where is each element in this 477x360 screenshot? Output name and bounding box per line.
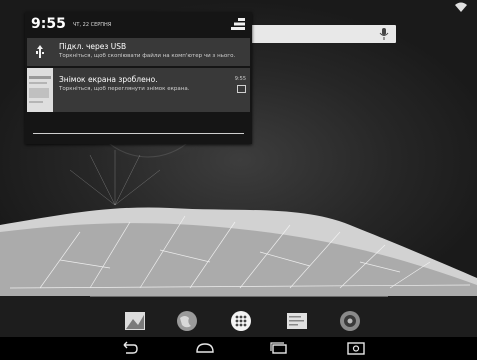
notification-time: 9:55: [234, 76, 246, 82]
quick-settings-icon[interactable]: [231, 18, 245, 30]
notification-screenshot[interactable]: Знімок екрана зроблено. Торкніться, щоб …: [27, 68, 250, 112]
wifi-icon: [455, 2, 467, 12]
shade-drag-handle[interactable]: [33, 133, 244, 134]
notification-title: Знімок екрана зроблено.: [59, 75, 158, 84]
recents-icon[interactable]: [268, 341, 290, 355]
gallery-icon[interactable]: [123, 309, 147, 333]
dock-divider: [90, 296, 388, 297]
notification-shade[interactable]: 9:55 ЧТ, 22 СЕРПНЯ Підкл. через USB Торк…: [25, 12, 252, 144]
notification-usb[interactable]: Підкл. через USB Торкніться, щоб скопіюв…: [27, 38, 250, 66]
search-bar[interactable]: [248, 25, 396, 43]
all-apps-icon[interactable]: [229, 309, 253, 333]
browser-icon[interactable]: [175, 309, 199, 333]
usb-icon: [36, 45, 44, 58]
screenshot-thumbnail: [27, 68, 53, 112]
notification-subtitle: Торкніться, щоб скопіювати файли на комп…: [59, 53, 236, 59]
shade-header: 9:55 ЧТ, 22 СЕРПНЯ: [25, 12, 252, 36]
screenshot-icon[interactable]: [345, 341, 367, 355]
date: ЧТ, 22 СЕРПНЯ: [73, 22, 112, 28]
back-icon[interactable]: [118, 341, 140, 355]
notification-subtitle: Торкніться, щоб переглянути знімок екран…: [59, 86, 190, 92]
home-icon[interactable]: [194, 341, 216, 355]
mic-icon[interactable]: [379, 28, 389, 40]
camera-icon[interactable]: [338, 309, 362, 333]
notification-title: Підкл. через USB: [59, 42, 127, 51]
clock: 9:55: [31, 16, 66, 32]
image-icon: [237, 85, 246, 93]
email-icon[interactable]: [285, 309, 309, 333]
navigation-bar: [0, 337, 477, 360]
